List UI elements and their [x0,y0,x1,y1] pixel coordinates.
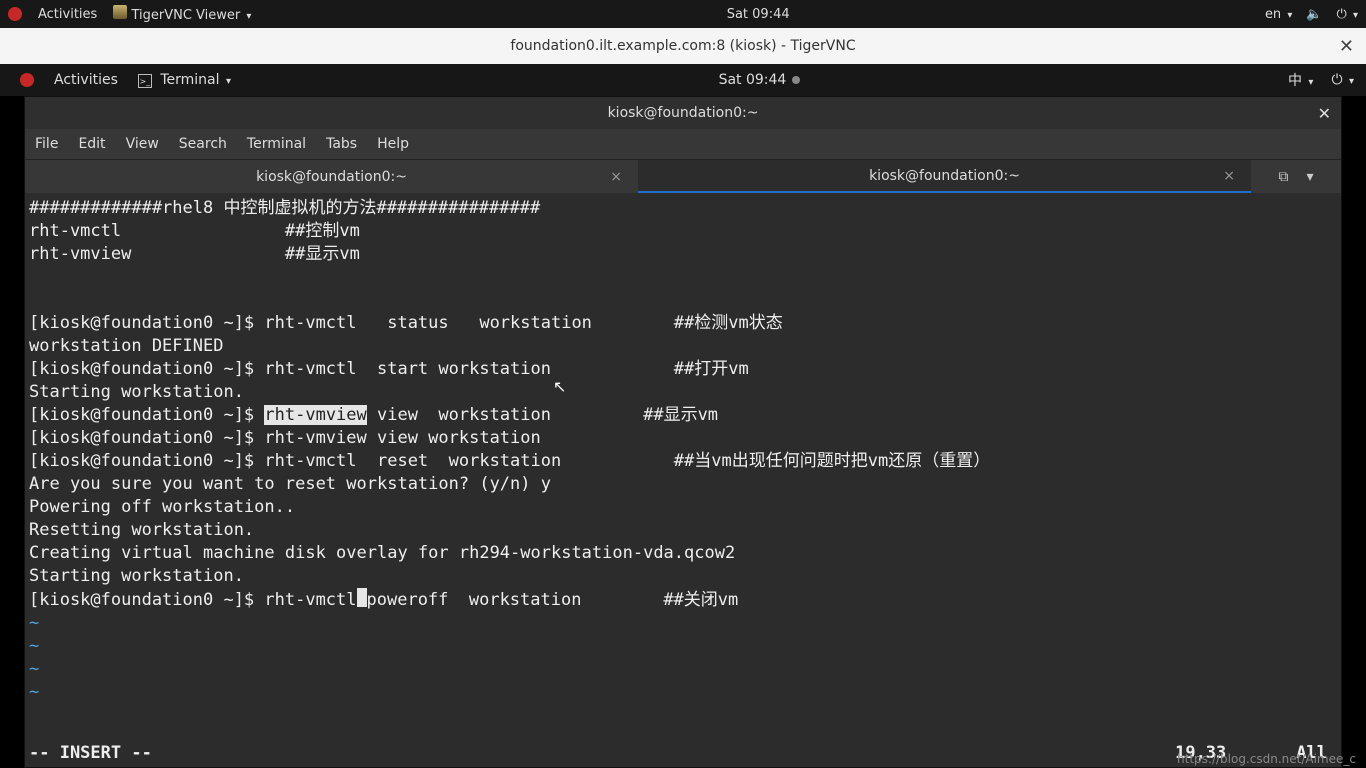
terminal-body[interactable]: Red Hat ↖ #############rhel8 中控制虚拟机的方法##… [25,193,1341,767]
tab-close-icon[interactable]: × [610,169,622,185]
host-lang-indicator[interactable]: en ▾ [1265,7,1292,22]
tab-close-icon[interactable]: × [1223,168,1235,184]
menu-edit[interactable]: Edit [78,136,105,152]
lang-label: 中 [1288,73,1302,89]
host-top-bar: Activities TigerVNC Viewer ▾ Sat 09:44 e… [0,0,1366,28]
terminal-window: kiosk@foundation0:~ ✕ File Edit View Sea… [24,96,1342,768]
vnc-title-text: foundation0.ilt.example.com:8 (kiosk) - … [510,38,855,54]
guest-app-indicator[interactable]: >_ Terminal ▾ [138,72,231,89]
chevron-down-icon: ▾ [1353,10,1358,21]
menu-help[interactable]: Help [377,136,409,152]
tab-1[interactable]: kiosk@foundation0:~ × [25,160,638,193]
terminal-icon: >_ [138,74,152,88]
menu-terminal[interactable]: Terminal [247,136,306,152]
guest-clock[interactable]: Sat 09:44 [231,72,1288,88]
menu-tabs[interactable]: Tabs [326,136,357,152]
vnc-window: foundation0.ilt.example.com:8 (kiosk) - … [0,28,1366,768]
vim-mode: -- INSERT -- [29,743,152,763]
vnc-close-button[interactable]: ✕ [1339,36,1354,57]
power-icon[interactable]: ⏻ ▾ [1337,7,1358,22]
recording-dot-icon [792,76,800,84]
menu-view[interactable]: View [126,136,159,152]
terminal-title-text: kiosk@foundation0:~ [608,105,759,121]
fedora-icon [20,73,34,87]
highlighted-text: rht-vmview [264,405,366,425]
tab-2[interactable]: kiosk@foundation0:~ × [638,160,1251,193]
host-app-label: TigerVNC Viewer [131,8,240,23]
menu-search[interactable]: Search [179,136,227,152]
terminal-output: #############rhel8 中控制虚拟机的方法############… [25,193,1341,708]
tab-label: kiosk@foundation0:~ [869,168,1020,184]
menu-file[interactable]: File [35,136,58,152]
chevron-down-icon: ▾ [1287,10,1292,21]
chevron-down-icon: ▾ [1308,77,1313,88]
tigervnc-icon [113,5,127,19]
guest-activities[interactable]: Activities [54,72,118,88]
host-app-indicator[interactable]: TigerVNC Viewer ▾ [113,5,251,23]
new-tab-icon[interactable]: ⧉ [1278,169,1288,185]
terminal-menu-bar: File Edit View Search Terminal Tabs Help [25,129,1341,159]
tab-strip: kiosk@foundation0:~ × kiosk@foundation0:… [25,159,1341,193]
fedora-icon [8,7,22,21]
volume-icon[interactable]: 🔈 [1306,7,1322,22]
lang-label: en [1265,7,1281,22]
host-clock[interactable]: Sat 09:44 [251,7,1265,22]
host-activities[interactable]: Activities [38,7,97,22]
tab-menu-icon[interactable]: ▾ [1306,169,1313,185]
guest-app-label: Terminal [160,72,219,88]
terminal-title-bar[interactable]: kiosk@foundation0:~ ✕ [25,97,1341,129]
power-icon[interactable]: ⏻ ▾ [1331,72,1354,88]
text-cursor [357,588,367,607]
tab-tools: ⧉ ▾ [1251,160,1341,193]
guest-clock-text: Sat 09:44 [719,72,787,88]
guest-lang-indicator[interactable]: 中 ▾ [1288,70,1313,90]
vnc-title-bar[interactable]: foundation0.ilt.example.com:8 (kiosk) - … [0,28,1366,64]
source-watermark: https://blog.csdn.net/Aimee_c [1177,752,1356,766]
chevron-down-icon: ▾ [1349,76,1354,87]
vim-status-line: -- INSERT -- 19,33 All [29,743,1337,763]
tab-label: kiosk@foundation0:~ [256,169,407,185]
guest-top-bar: Activities >_ Terminal ▾ Sat 09:44 中 ▾ ⏻… [0,64,1366,96]
terminal-close-button[interactable]: ✕ [1318,104,1331,123]
